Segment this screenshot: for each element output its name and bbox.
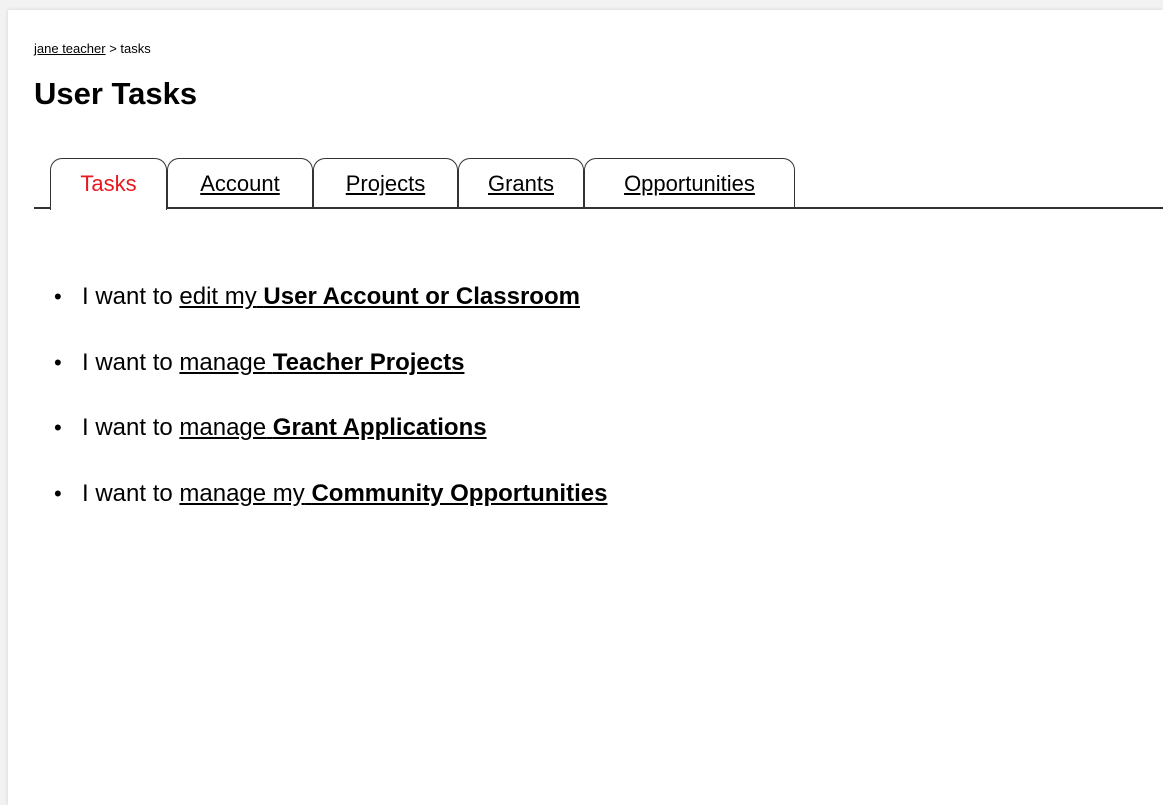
breadcrumb-user-link[interactable]: jane teacher <box>34 41 106 56</box>
task-link-object: Grant Applications <box>272 414 487 441</box>
task-list: • I want to edit my User Account or Class… <box>54 283 607 545</box>
task-prefix: I want to <box>82 283 173 310</box>
tab-opportunities-label[interactable]: Opportunities <box>624 171 755 196</box>
tab-grants[interactable]: Grants <box>458 158 584 208</box>
task-link-verb: edit my <box>179 283 257 310</box>
task-link-object: User Account or Classroom <box>263 283 580 310</box>
bullet-icon: • <box>54 480 62 506</box>
tabs-divider <box>34 207 1163 209</box>
task-link-verb: manage <box>179 414 267 441</box>
task-item-grant-applications: • I want to manage Grant Applications <box>54 414 607 447</box>
task-link-edit-account[interactable]: edit my User Account or Classroom <box>179 283 580 310</box>
task-link-teacher-projects[interactable]: manage Teacher Projects <box>179 349 464 376</box>
task-link-grant-applications[interactable]: manage Grant Applications <box>179 414 486 441</box>
bullet-icon: • <box>54 284 62 309</box>
tab-tasks[interactable]: Tasks <box>50 158 167 210</box>
task-prefix: I want to <box>82 479 173 507</box>
task-link-object: Community Opportunities <box>311 479 608 507</box>
tab-account[interactable]: Account <box>167 158 313 208</box>
task-item-teacher-projects: • I want to manage Teacher Projects <box>54 349 607 382</box>
task-link-object: Teacher Projects <box>272 348 465 376</box>
page-container: jane teacher > tasks User Tasks Tasks Ac… <box>8 10 1163 805</box>
task-link-community-opportunities[interactable]: manage my Community Opportunities <box>179 480 607 507</box>
tab-account-label[interactable]: Account <box>200 171 280 196</box>
task-link-verb: manage <box>179 348 267 376</box>
tab-opportunities[interactable]: Opportunities <box>584 158 795 208</box>
task-prefix: I want to <box>82 348 173 376</box>
breadcrumb-current: tasks <box>120 41 151 56</box>
task-link-verb: manage my <box>179 479 305 507</box>
task-item-edit-account: • I want to edit my User Account or Class… <box>54 283 607 316</box>
task-prefix: I want to <box>82 414 173 441</box>
page-title: User Tasks <box>34 76 198 111</box>
tab-grants-label[interactable]: Grants <box>488 171 554 196</box>
tab-projects-label[interactable]: Projects <box>346 171 425 196</box>
tab-projects[interactable]: Projects <box>313 158 458 208</box>
bullet-icon: • <box>54 349 62 375</box>
task-item-community-opportunities: • I want to manage my Community Opportuni… <box>54 480 607 513</box>
breadcrumb: jane teacher > tasks <box>34 41 151 56</box>
tab-tasks-label[interactable]: Tasks <box>80 171 136 196</box>
bullet-icon: • <box>54 415 62 440</box>
breadcrumb-separator: > <box>109 41 117 56</box>
